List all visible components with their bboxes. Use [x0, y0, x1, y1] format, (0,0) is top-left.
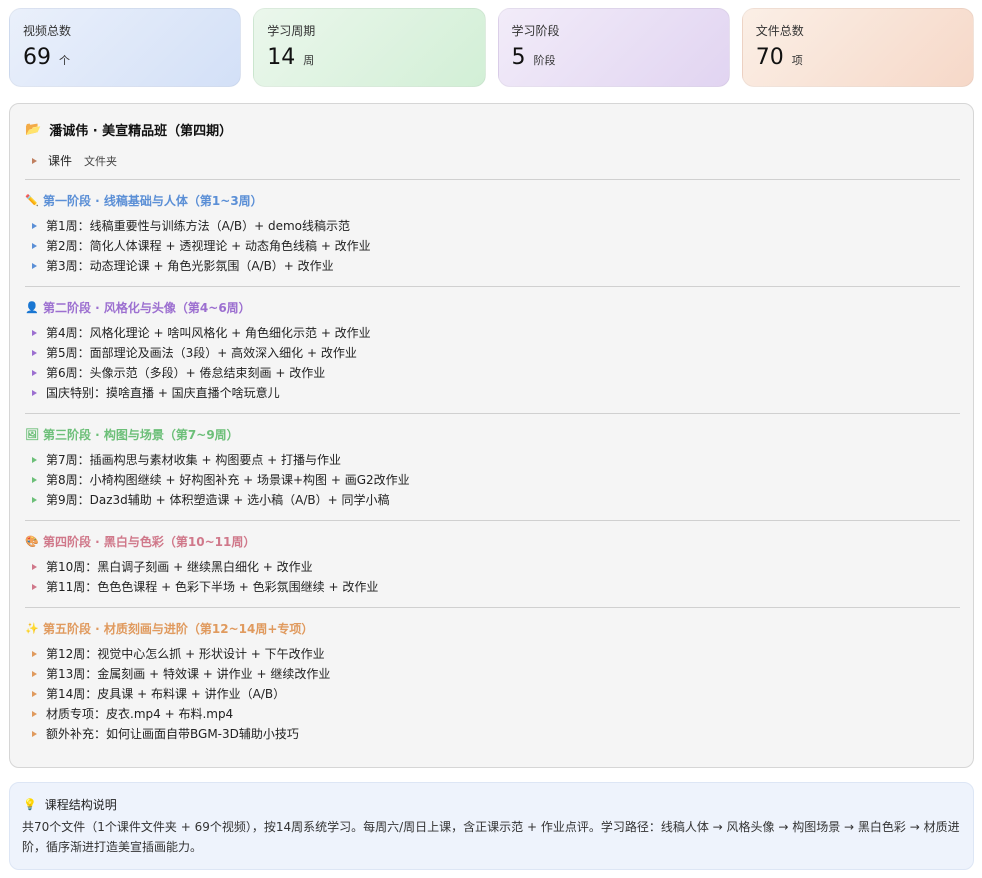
- list-item[interactable]: 额外补充：如何让画面自带BGM-3D辅助小技巧: [32, 724, 330, 744]
- list-item[interactable]: 第11周：色色色课程 + 色彩下半场 + 色彩氛围继续 + 改作业: [32, 577, 378, 597]
- caret-right-icon: [32, 497, 37, 503]
- list-item[interactable]: 第1周：线稿重要性与训练方法（A/B）+ demo线稿示范: [32, 216, 371, 236]
- stat-value: 70: [755, 45, 784, 70]
- stage-title: 第二阶段 · 风格化与头像（第4~6周）: [43, 300, 251, 315]
- landscape-picture-icon: 🖼: [25, 427, 39, 441]
- caret-right-icon: [32, 477, 37, 483]
- stat-unit: 个: [59, 54, 70, 67]
- stat-card-stages: 学习阶段 5 阶段: [497, 8, 730, 87]
- list-item[interactable]: 材质专项：皮衣.mp4 + 布料.mp4: [32, 704, 330, 724]
- course-title: 潘诚伟 · 美宣精品班（第四期）: [49, 124, 233, 139]
- stat-value: 14: [267, 45, 296, 70]
- list-item[interactable]: 第9周：Daz3d辅助 + 体积塑造课 + 选小稿（A/B）+ 同学小稿: [32, 490, 410, 510]
- course-root[interactable]: 📂 潘诚伟 · 美宣精品班（第四期）: [25, 120, 232, 139]
- folder-type-tag: 文件夹: [84, 154, 118, 168]
- stage-3: 🖼 第三阶段 · 构图与场景（第7~9周） 第7周：插画构思与素材收集 + 构图…: [25, 426, 410, 510]
- stage-header[interactable]: ✏️ 第一阶段 · 线稿基础与人体（第1~3周）: [25, 192, 371, 208]
- list-item[interactable]: 第12周：视觉中心怎么抓 + 形状设计 + 下午改作业: [32, 644, 330, 664]
- stage-header[interactable]: ✨ 第五阶段 · 材质刻画与进阶（第12~14周+专项）: [25, 620, 330, 636]
- pencil-icon: ✏️: [25, 193, 39, 207]
- list-item[interactable]: 第6周：头像示范（多段）+ 倦怠结束刻画 + 改作业: [32, 363, 371, 383]
- folder-item-courseware[interactable]: 课件 文件夹: [32, 152, 117, 169]
- stat-card-files: 文件总数 70 项: [741, 8, 974, 87]
- caret-right-icon: [32, 263, 37, 269]
- stat-label: 视频总数: [23, 24, 72, 38]
- list-item[interactable]: 国庆特别：摸啥直播 + 国庆直播个啥玩意儿: [32, 383, 371, 403]
- stat-card-videos: 视频总数 69 个: [9, 8, 242, 87]
- caret-right-icon: [32, 370, 37, 376]
- stage-title: 第四阶段 · 黑白与色彩（第10~11周）: [43, 534, 256, 549]
- folder-label: 课件: [48, 154, 73, 168]
- caret-right-icon: [32, 243, 37, 249]
- list-item[interactable]: 第8周：小椅构图继续 + 好构图补充 + 场景课+构图 + 画G2改作业: [32, 470, 410, 490]
- stage-title: 第五阶段 · 材质刻画与进阶（第12~14周+专项）: [43, 621, 314, 636]
- caret-right-icon: [32, 157, 37, 164]
- stat-label: 文件总数: [755, 24, 804, 38]
- list-item[interactable]: 第2周：简化人体课程 + 透视理论 + 动态角色线稿 + 改作业: [32, 236, 371, 256]
- caret-right-icon: [32, 223, 37, 229]
- stat-unit: 项: [791, 54, 803, 67]
- stage-header[interactable]: 🎨 第四阶段 · 黑白与色彩（第10~11周）: [25, 533, 378, 549]
- palette-icon: 🎨: [25, 534, 39, 548]
- divider: [25, 413, 960, 414]
- stats-bar: 视频总数 69 个 学习周期 14 周 学习阶段 5 阶段 文件总数 70 项: [9, 8, 974, 87]
- course-tree-panel: 📂 潘诚伟 · 美宣精品班（第四期） 课件 文件夹 ✏️ 第一阶段 · 线稿基础…: [9, 103, 974, 768]
- lightbulb-icon: 💡: [23, 798, 37, 811]
- course-structure-note: 💡 课程结构说明 共70个文件（1个课件文件夹 + 69个视频），按14周系统学…: [9, 782, 974, 870]
- list-item[interactable]: 第3周：动态理论课 + 角色光影氛围（A/B）+ 改作业: [32, 256, 371, 276]
- caret-right-icon: [32, 584, 37, 590]
- stat-unit: 阶段: [533, 54, 556, 67]
- stat-label: 学习阶段: [511, 24, 560, 38]
- divider: [25, 179, 960, 180]
- stage-1: ✏️ 第一阶段 · 线稿基础与人体（第1~3周） 第1周：线稿重要性与训练方法（…: [25, 192, 371, 276]
- divider: [25, 520, 960, 521]
- caret-right-icon: [32, 330, 37, 336]
- stat-value: 69: [23, 45, 51, 70]
- list-item[interactable]: 第13周：金属刻画 + 特效课 + 讲作业 + 继续改作业: [32, 664, 330, 684]
- stage-header[interactable]: 🖼 第三阶段 · 构图与场景（第7~9周）: [25, 426, 410, 442]
- stage-5: ✨ 第五阶段 · 材质刻画与进阶（第12~14周+专项） 第12周：视觉中心怎么…: [25, 620, 330, 744]
- caret-right-icon: [32, 651, 37, 657]
- stat-value: 5: [511, 45, 526, 70]
- caret-right-icon: [32, 671, 37, 677]
- caret-right-icon: [32, 350, 37, 356]
- stage-title: 第一阶段 · 线稿基础与人体（第1~3周）: [43, 193, 263, 208]
- note-body: 共70个文件（1个课件文件夹 + 69个视频），按14周系统学习。每周六/周日上…: [22, 820, 960, 854]
- folder-open-icon: 📂: [25, 122, 42, 137]
- list-item[interactable]: 第4周：风格化理论 + 啥叫风格化 + 角色细化示范 + 改作业: [32, 323, 371, 343]
- divider: [25, 286, 960, 287]
- person-icon: 👤: [25, 300, 39, 314]
- list-item[interactable]: 第5周：面部理论及画法（3段）+ 高效深入细化 + 改作业: [32, 343, 371, 363]
- stage-header[interactable]: 👤 第二阶段 · 风格化与头像（第4~6周）: [25, 299, 371, 315]
- stage-4: 🎨 第四阶段 · 黑白与色彩（第10~11周） 第10周：黑白调子刻画 + 继续…: [25, 533, 378, 597]
- list-item[interactable]: 第14周：皮具课 + 布料课 + 讲作业（A/B）: [32, 684, 330, 704]
- caret-right-icon: [32, 457, 37, 463]
- sparkles-icon: ✨: [25, 621, 39, 635]
- divider: [25, 607, 960, 608]
- stat-card-weeks: 学习周期 14 周: [253, 8, 486, 87]
- caret-right-icon: [32, 731, 37, 737]
- stage-2: 👤 第二阶段 · 风格化与头像（第4~6周） 第4周：风格化理论 + 啥叫风格化…: [25, 299, 371, 403]
- note-title: 课程结构说明: [44, 798, 117, 812]
- caret-right-icon: [32, 390, 37, 396]
- stat-label: 学习周期: [267, 24, 316, 38]
- caret-right-icon: [32, 711, 37, 717]
- caret-right-icon: [32, 691, 37, 697]
- stat-unit: 周: [303, 54, 315, 67]
- caret-right-icon: [32, 564, 37, 570]
- stage-title: 第三阶段 · 构图与场景（第7~9周）: [43, 427, 239, 442]
- list-item[interactable]: 第10周：黑白调子刻画 + 继续黑白细化 + 改作业: [32, 557, 378, 577]
- list-item[interactable]: 第7周：插画构思与素材收集 + 构图要点 + 打播与作业: [32, 450, 410, 470]
